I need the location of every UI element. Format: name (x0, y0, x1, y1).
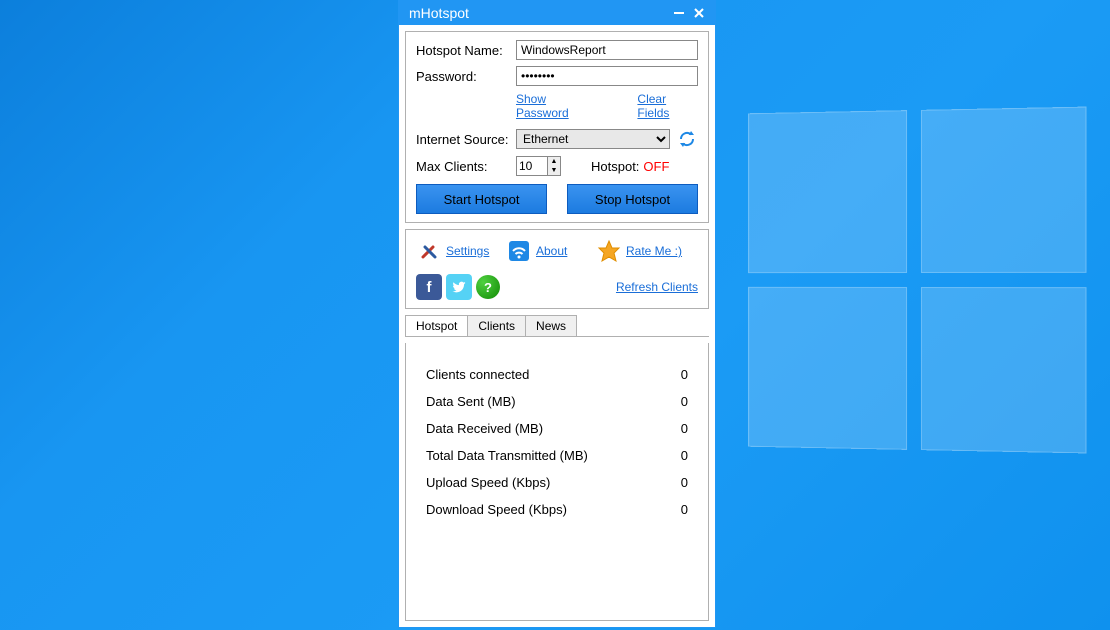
internet-source-select[interactable]: Ethernet (516, 129, 670, 149)
facebook-button[interactable]: f (416, 274, 442, 300)
refresh-source-icon[interactable] (676, 128, 698, 150)
stat-label: Clients connected (426, 367, 529, 382)
max-clients-input[interactable] (516, 156, 548, 176)
hotspot-name-label: Hotspot Name: (416, 43, 516, 58)
stat-label: Data Received (MB) (426, 421, 543, 436)
windows-logo (748, 107, 1086, 454)
title-bar: mHotspot (399, 1, 715, 25)
rate-me-link[interactable]: Rate Me :) (626, 244, 682, 258)
password-input[interactable] (516, 66, 698, 86)
stat-value: 0 (681, 502, 688, 517)
stat-label: Upload Speed (Kbps) (426, 475, 550, 490)
settings-link[interactable]: Settings (446, 244, 489, 258)
tab-clients[interactable]: Clients (467, 315, 526, 336)
clear-fields-link[interactable]: Clear Fields (637, 92, 698, 120)
stepper-down-icon[interactable]: ▼ (548, 166, 560, 175)
hotspot-status-label: Hotspot: (591, 159, 639, 174)
stepper-up-icon[interactable]: ▲ (548, 157, 560, 166)
stop-hotspot-button[interactable]: Stop Hotspot (567, 184, 698, 214)
stat-row: Total Data Transmitted (MB) 0 (418, 442, 696, 469)
password-label: Password: (416, 69, 516, 84)
hotspot-status-value: OFF (643, 159, 669, 174)
config-panel: Hotspot Name: Password: Show Password Cl… (405, 31, 709, 223)
stat-value: 0 (681, 421, 688, 436)
stat-label: Data Sent (MB) (426, 394, 516, 409)
tabs-bar: Hotspot Clients News (405, 315, 709, 337)
stat-row: Clients connected 0 (418, 361, 696, 388)
hotspot-name-input[interactable] (516, 40, 698, 60)
wifi-icon (506, 238, 532, 264)
links-panel: Settings About (405, 229, 709, 309)
help-button[interactable]: ? (476, 275, 500, 299)
tab-hotspot[interactable]: Hotspot (405, 315, 468, 336)
internet-source-label: Internet Source: (416, 132, 516, 147)
max-clients-stepper[interactable]: ▲ ▼ (516, 156, 561, 176)
stat-label: Download Speed (Kbps) (426, 502, 567, 517)
close-button[interactable] (689, 3, 709, 23)
settings-icon (416, 238, 442, 264)
about-link[interactable]: About (536, 244, 567, 258)
stat-row: Upload Speed (Kbps) 0 (418, 469, 696, 496)
show-password-link[interactable]: Show Password (516, 92, 597, 120)
minimize-button[interactable] (669, 3, 689, 23)
stat-value: 0 (681, 394, 688, 409)
tab-news[interactable]: News (525, 315, 577, 336)
twitter-button[interactable] (446, 274, 472, 300)
stat-row: Data Sent (MB) 0 (418, 388, 696, 415)
stat-value: 0 (681, 475, 688, 490)
stat-value: 0 (681, 448, 688, 463)
app-window: mHotspot Hotspot Name: Password: Show Pa… (398, 0, 716, 628)
window-title: mHotspot (409, 5, 469, 21)
refresh-clients-link[interactable]: Refresh Clients (616, 280, 698, 294)
stat-value: 0 (681, 367, 688, 382)
max-clients-label: Max Clients: (416, 159, 516, 174)
stat-row: Data Received (MB) 0 (418, 415, 696, 442)
tab-content: Clients connected 0 Data Sent (MB) 0 Data … (405, 343, 709, 621)
stat-row: Download Speed (Kbps) 0 (418, 496, 696, 523)
stat-label: Total Data Transmitted (MB) (426, 448, 588, 463)
start-hotspot-button[interactable]: Start Hotspot (416, 184, 547, 214)
star-icon (596, 238, 622, 264)
